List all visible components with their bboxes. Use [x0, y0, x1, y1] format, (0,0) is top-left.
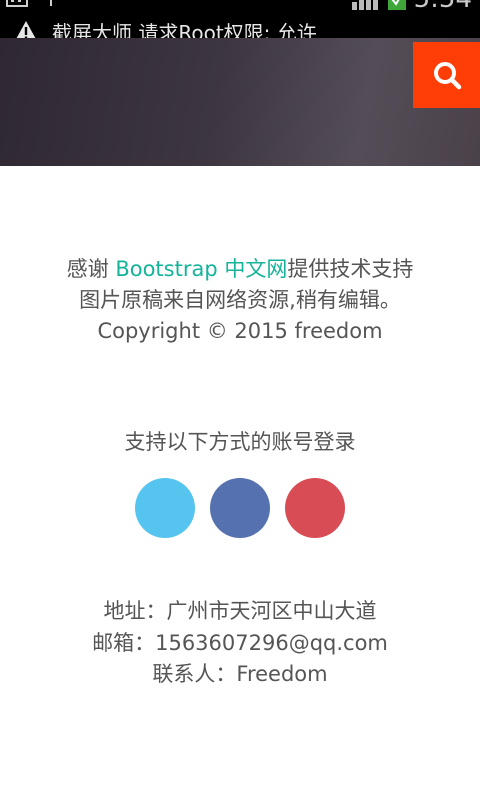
usb-icon	[50, 0, 52, 6]
contact-person: 联系人：Freedom	[152, 662, 328, 686]
search-icon	[433, 62, 461, 90]
facebook-login-button[interactable]	[210, 478, 270, 538]
credits-line-2: 图片原稿来自网络资源,稍有编辑。	[79, 288, 401, 312]
credits-block: 感谢 Bootstrap 中文网提供技术支持 图片原稿来自网络资源,稍有编辑。 …	[0, 254, 480, 347]
search-button[interactable]	[413, 42, 480, 108]
clock: 5:54	[414, 0, 472, 14]
status-bar: 截屏大师 请求Root权限: 允许 5:54	[0, 0, 480, 38]
thanks-prefix: 感谢	[66, 257, 116, 281]
signal-icon	[351, 0, 378, 10]
contact-address: 地址：广州市天河区中山大道	[103, 599, 377, 623]
warning-icon	[16, 21, 36, 38]
contact-email[interactable]: 邮箱：1563607296@qq.com	[0, 628, 480, 660]
credits-line-1: 感谢 Bootstrap 中文网提供技术支持	[0, 254, 480, 285]
notification-text: 截屏大师 请求Root权限: 允许	[52, 20, 317, 39]
twitter-login-button[interactable]	[135, 478, 195, 538]
social-login-buttons	[0, 478, 480, 538]
screenshot-icon	[6, 0, 28, 7]
battery-icon	[387, 0, 406, 10]
contact-info: 地址：广州市天河区中山大道 邮箱：1563607296@qq.com 联系人：F…	[0, 596, 480, 691]
status-right-group: 5:54	[351, 0, 472, 14]
thanks-suffix: 提供技术支持	[287, 257, 414, 281]
root-permission-notification[interactable]: 截屏大师 请求Root权限: 允许	[14, 14, 317, 38]
social-login-label: 支持以下方式的账号登录	[124, 430, 356, 454]
header-banner	[0, 38, 480, 166]
weibo-login-button[interactable]	[285, 478, 345, 538]
bootstrap-link[interactable]: Bootstrap 中文网	[115, 257, 287, 281]
copyright: Copyright © 2015 freedom	[97, 319, 383, 343]
